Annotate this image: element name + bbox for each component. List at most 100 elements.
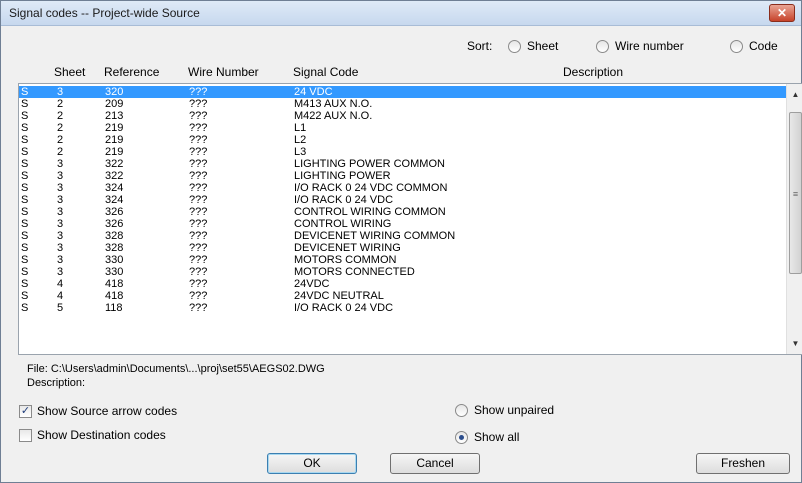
row-signal-code: I/O RACK 0 24 VDC COMMON [294, 182, 448, 194]
list-row[interactable]: S 3 324??? I/O RACK 0 24 VDC COMMON [19, 182, 787, 194]
column-header-signal-code[interactable]: Signal Code [293, 65, 358, 79]
row-wire-number: ??? [189, 194, 208, 206]
list-row[interactable]: S 2 213??? M422 AUX N.O. [19, 110, 787, 122]
row-sheet: 3 [57, 242, 64, 254]
file-path: File: C:\Users\admin\Documents\...\proj\… [27, 363, 325, 375]
title-bar[interactable]: Signal codes -- Project-wide Source ✕ [1, 1, 801, 26]
row-type: S [21, 254, 29, 266]
signal-code-list[interactable]: S 3 320??? 24 VDC S 2 209??? M413 AUX N.O. S 2 213… [18, 83, 802, 355]
list-header: Sheet Reference Wire Number Signal Code … [18, 65, 786, 81]
scroll-thumb[interactable]: ≡ [789, 112, 802, 274]
row-signal-code: DEVICENET WIRING [294, 242, 401, 254]
row-wire-number: ??? [189, 230, 208, 242]
row-signal-code: CONTROL WIRING COMMON [294, 206, 446, 218]
vertical-scrollbar[interactable]: ▲ ≡ ▼ [786, 84, 802, 354]
list-row[interactable]: S 2 219??? L3 [19, 146, 787, 158]
list-row[interactable]: S 3 328??? DEVICENET WIRING COMMON [19, 230, 787, 242]
row-wire-number: ??? [189, 146, 208, 158]
row-sheet: 3 [57, 254, 64, 266]
scroll-down-icon[interactable]: ▼ [787, 335, 802, 352]
row-type: S [21, 134, 29, 146]
scroll-up-icon[interactable]: ▲ [787, 86, 802, 103]
row-wire-number: ??? [189, 266, 208, 278]
list-row[interactable]: S 5 118??? I/O RACK 0 24 VDC [19, 302, 787, 314]
row-type: S [21, 302, 29, 314]
row-reference: 209 [105, 98, 124, 110]
ok-button[interactable]: OK [267, 453, 357, 474]
sort-options: Sort: Sheet Wire number Code [1, 39, 801, 55]
row-wire-number: ??? [189, 170, 208, 182]
row-sheet: 3 [57, 86, 64, 98]
row-wire-number: ??? [189, 290, 208, 302]
list-row[interactable]: S 3 328??? DEVICENET WIRING [19, 242, 787, 254]
column-header-wire-number[interactable]: Wire Number [188, 65, 259, 79]
checkbox-empty-icon [19, 428, 32, 442]
row-wire-number: ??? [189, 110, 208, 122]
row-type: S [21, 182, 29, 194]
dialog-body: Sort: Sheet Wire number Code Sheet Refer… [1, 27, 802, 482]
show-destination-label: Show Destination codes [37, 428, 166, 442]
show-destination-checkbox[interactable]: Show Destination codes [19, 428, 166, 442]
column-header-reference[interactable]: Reference [104, 65, 159, 79]
row-signal-code: MOTORS COMMON [294, 254, 397, 266]
list-row[interactable]: S 3 326??? CONTROL WIRING COMMON [19, 206, 787, 218]
row-sheet: 2 [57, 122, 64, 134]
show-unpaired-radio[interactable]: Show unpaired [455, 403, 554, 417]
row-reference: 322 [105, 170, 124, 182]
row-type: S [21, 86, 29, 98]
show-source-checkbox[interactable]: ✓ Show Source arrow codes [19, 404, 177, 418]
row-reference: 324 [105, 182, 124, 194]
row-wire-number: ??? [189, 98, 208, 110]
row-reference: 418 [105, 278, 124, 290]
row-signal-code: L2 [294, 134, 307, 146]
column-header-description[interactable]: Description [563, 65, 623, 79]
sort-code-radio[interactable]: Code [730, 39, 778, 53]
column-header-sheet[interactable]: Sheet [54, 65, 85, 79]
row-reference: 324 [105, 194, 124, 206]
row-signal-code: L1 [294, 122, 307, 134]
row-reference: 219 [105, 122, 124, 134]
description-label: Description: [27, 377, 86, 389]
sort-sheet-radio[interactable]: Sheet [508, 39, 558, 53]
sort-label: Sort: [467, 39, 493, 53]
row-reference: 418 [105, 290, 124, 302]
row-reference: 320 [105, 86, 124, 98]
dialog-title: Signal codes -- Project-wide Source [9, 6, 200, 20]
row-sheet: 3 [57, 182, 64, 194]
row-wire-number: ??? [189, 86, 208, 98]
list-row[interactable]: S 3 320??? 24 VDC [19, 86, 787, 98]
row-sheet: 2 [57, 146, 64, 158]
list-row[interactable]: S 3 330??? MOTORS CONNECTED [19, 266, 787, 278]
row-type: S [21, 122, 29, 134]
radio-circle-icon [455, 403, 468, 417]
freshen-button[interactable]: Freshen [696, 453, 790, 474]
list-row[interactable]: S 4 418??? 24VDC NEUTRAL [19, 290, 787, 302]
list-row[interactable]: S 3 330??? MOTORS COMMON [19, 254, 787, 266]
signal-codes-dialog: Signal codes -- Project-wide Source ✕ So… [0, 0, 802, 483]
row-signal-code: DEVICENET WIRING COMMON [294, 230, 456, 242]
show-all-label: Show all [474, 430, 520, 444]
show-all-radio[interactable]: Show all [455, 430, 519, 444]
row-wire-number: ??? [189, 122, 208, 134]
row-wire-number: ??? [189, 134, 208, 146]
row-signal-code: 24 VDC [294, 86, 333, 98]
row-signal-code: 24VDC NEUTRAL [294, 290, 384, 302]
list-row[interactable]: S 2 209??? M413 AUX N.O. [19, 98, 787, 110]
list-row[interactable]: S 4 418??? 24VDC [19, 278, 787, 290]
row-type: S [21, 266, 29, 278]
sort-wire-number-radio[interactable]: Wire number [596, 39, 684, 53]
row-sheet: 3 [57, 218, 64, 230]
list-row[interactable]: S 2 219??? L2 [19, 134, 787, 146]
row-wire-number: ??? [189, 206, 208, 218]
row-reference: 118 [105, 302, 123, 314]
radio-circle-icon [508, 39, 521, 53]
list-row[interactable]: S 3 324??? I/O RACK 0 24 VDC [19, 194, 787, 206]
list-row[interactable]: S 3 326??? CONTROL WIRING [19, 218, 787, 230]
row-wire-number: ??? [189, 182, 208, 194]
list-row[interactable]: S 3 322??? LIGHTING POWER COMMON [19, 158, 787, 170]
row-type: S [21, 206, 29, 218]
close-button[interactable]: ✕ [769, 4, 795, 22]
list-row[interactable]: S 3 322??? LIGHTING POWER [19, 170, 787, 182]
list-row[interactable]: S 2 219??? L1 [19, 122, 787, 134]
cancel-button[interactable]: Cancel [390, 453, 480, 474]
